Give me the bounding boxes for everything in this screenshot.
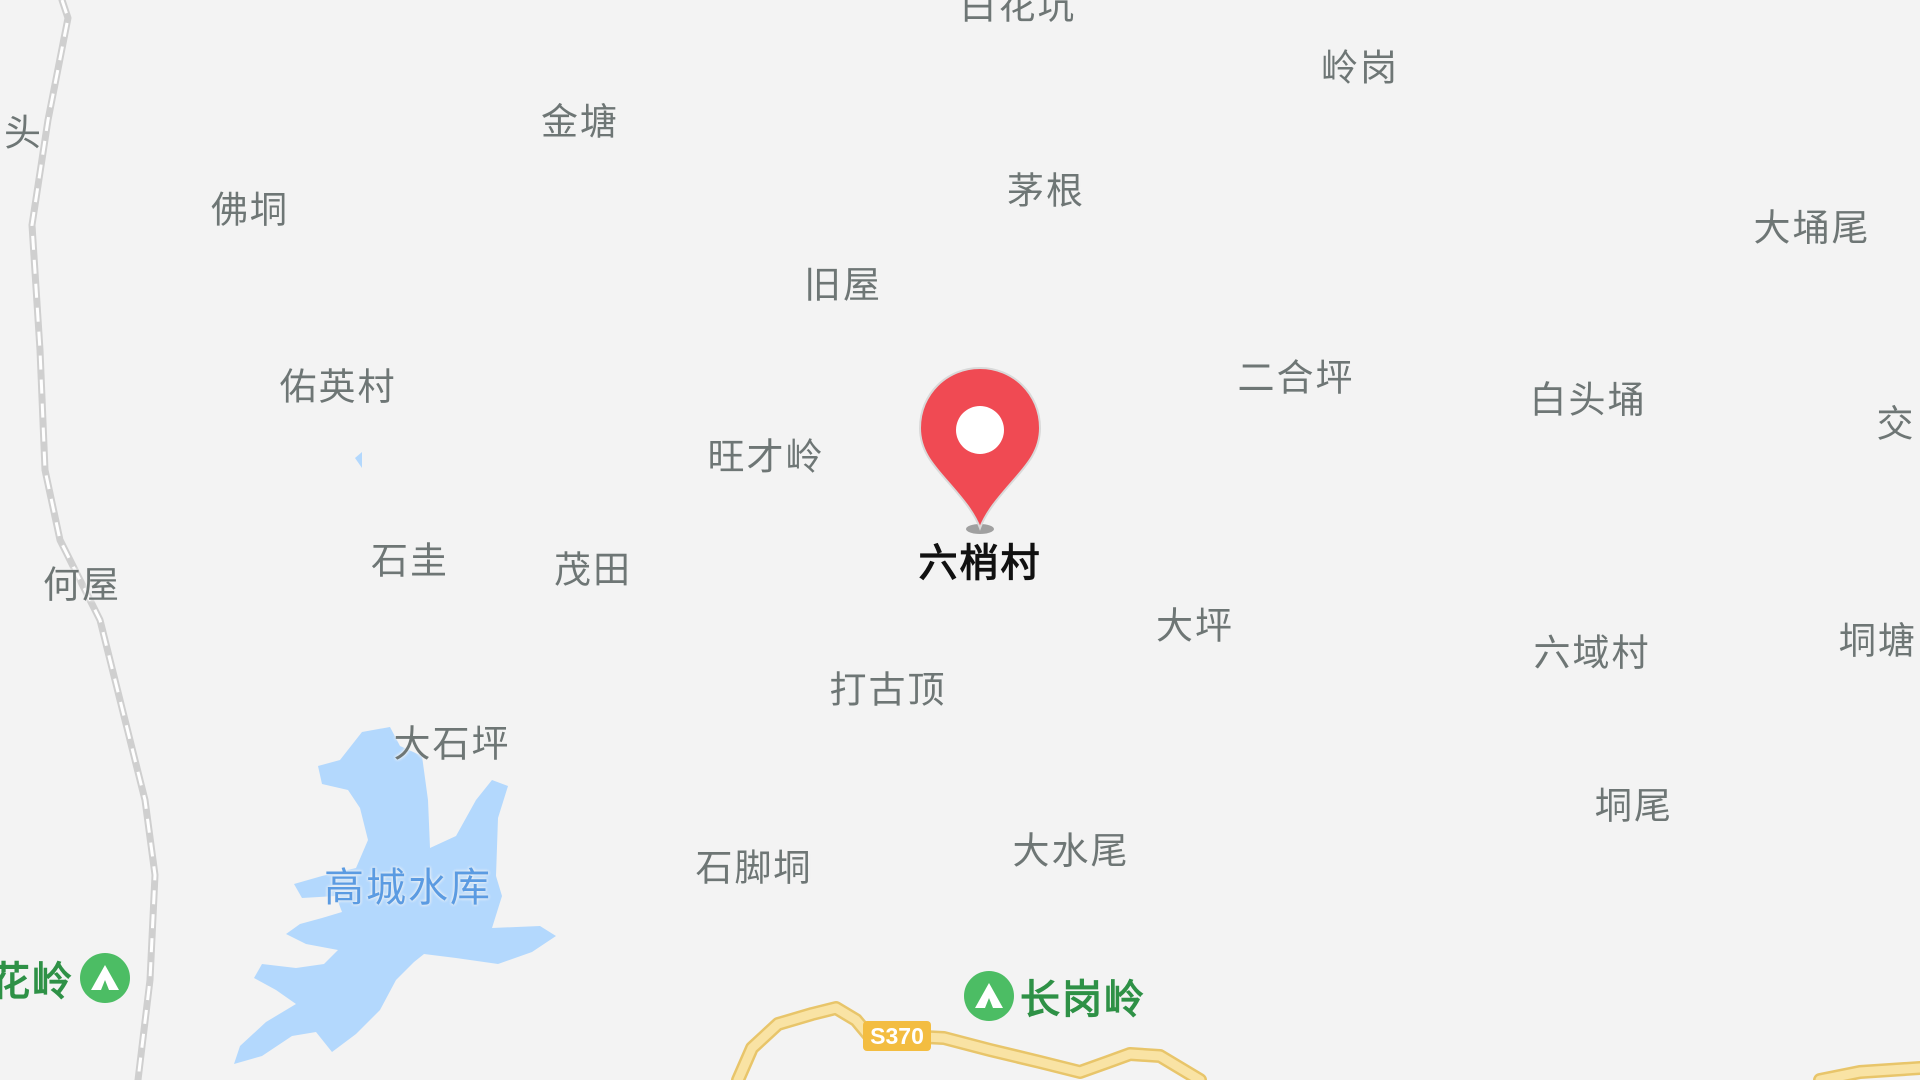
place-label[interactable]: 石圭 [371, 543, 449, 580]
place-label[interactable]: 二合坪 [1238, 360, 1355, 397]
place-label[interactable]: 何屋 [43, 567, 121, 604]
place-label[interactable]: 旧屋 [804, 267, 882, 304]
place-label[interactable]: 打古顶 [830, 672, 947, 709]
mountain-peak-icon [80, 953, 130, 1003]
road-number-badge: S370 [863, 1021, 931, 1051]
place-label[interactable]: 金塘 [541, 104, 619, 141]
place-label[interactable]: 垌塘 [1839, 623, 1917, 660]
mountain-peak-icon [964, 971, 1014, 1021]
place-label[interactable]: 交 [1877, 406, 1916, 443]
railway-line [28, 0, 159, 1080]
place-label[interactable]: 佑英村 [280, 369, 397, 406]
place-label[interactable]: 茅根 [1007, 173, 1085, 210]
place-label[interactable]: 大坪 [1156, 608, 1234, 645]
location-pin-icon[interactable] [916, 366, 1044, 538]
place-label[interactable]: 佛垌 [211, 192, 289, 229]
place-label[interactable]: 大石坪 [394, 726, 511, 763]
place-label[interactable]: 石脚垌 [696, 850, 813, 887]
peak-marker[interactable]: 花岭 [0, 949, 130, 1007]
peak-marker[interactable]: 长岗岭 [964, 967, 1146, 1025]
place-label[interactable]: 洲头 [0, 115, 43, 152]
place-label[interactable]: 旺才岭 [708, 439, 825, 476]
place-label[interactable]: 大水尾 [1013, 833, 1130, 870]
lake-label[interactable]: 高城水库 [324, 868, 492, 908]
place-label[interactable]: 白花坑 [960, 0, 1077, 25]
place-label[interactable]: 岭岗 [1321, 50, 1399, 87]
selected-place-label[interactable]: 六梢村 [918, 545, 1041, 584]
map-base-layer [28, 0, 1920, 1080]
place-label[interactable]: 茂田 [554, 552, 632, 589]
place-label[interactable]: 六域村 [1534, 635, 1651, 672]
peak-label: 花岭 [0, 960, 74, 1004]
place-label[interactable]: 大埇尾 [1754, 210, 1871, 247]
map-canvas[interactable]: 白花坑 岭岗 金塘 洲头 佛垌 茅根 大埇尾 旧屋 二合坪 佑英村 白头埇 交 … [0, 0, 1920, 1080]
peak-label: 长岗岭 [1020, 978, 1146, 1022]
place-label[interactable]: 垌尾 [1595, 788, 1673, 825]
place-label[interactable]: 白头埇 [1530, 382, 1647, 419]
